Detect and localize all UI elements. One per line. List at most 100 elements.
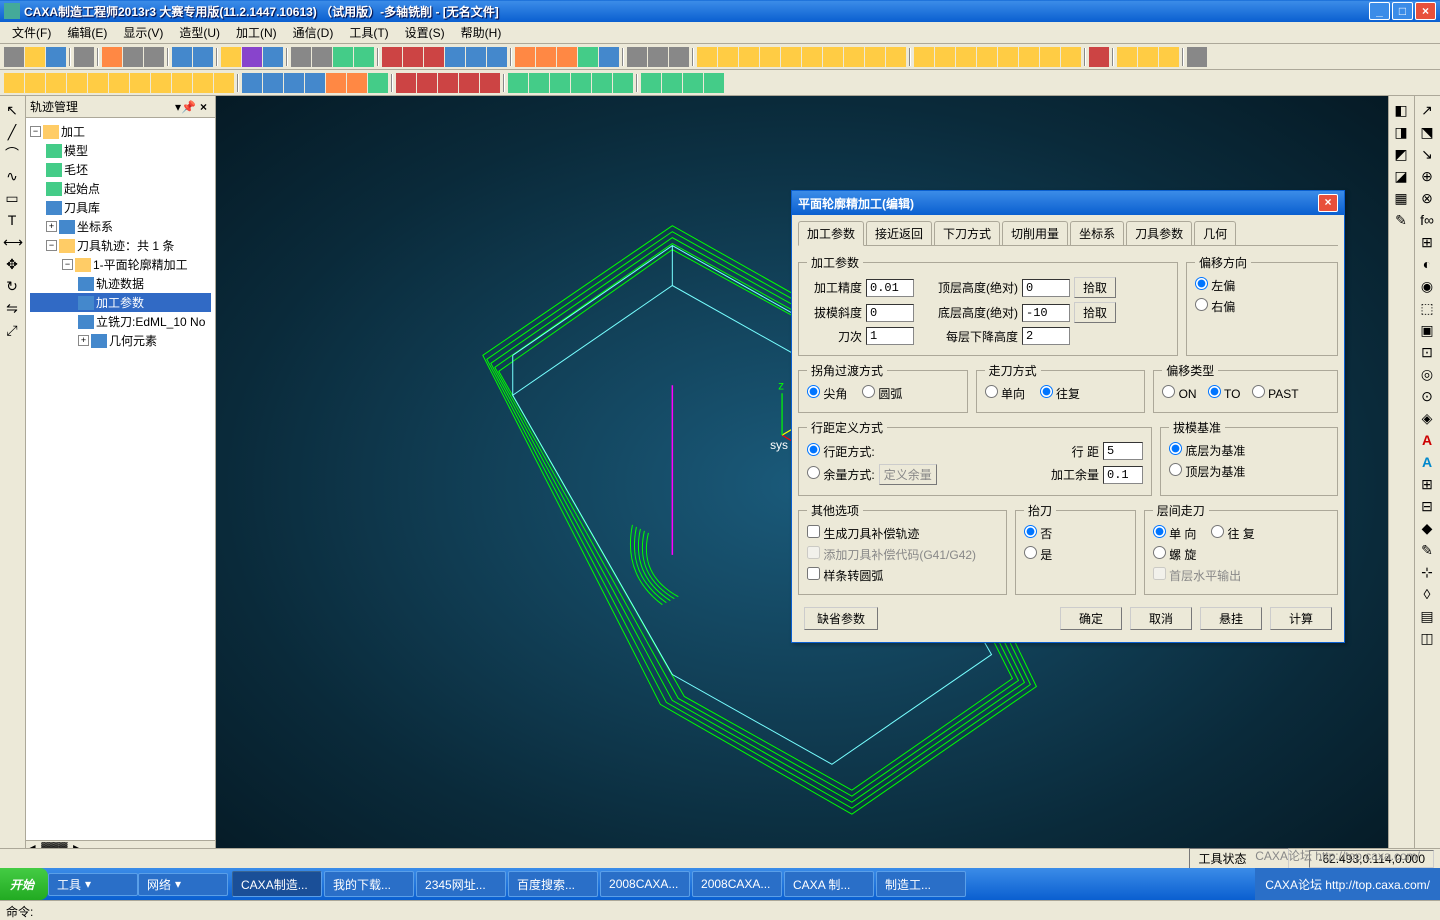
view3-icon[interactable] [557, 47, 577, 67]
tool4-icon[interactable] [312, 47, 332, 67]
rb15-icon[interactable]: ◈ [1417, 408, 1437, 428]
c3-icon[interactable] [284, 73, 304, 93]
tool-icon[interactable] [242, 47, 262, 67]
radio-on[interactable]: ON [1162, 385, 1196, 401]
s8-icon[interactable] [151, 73, 171, 93]
op10-icon[interactable] [886, 47, 906, 67]
stop-icon[interactable] [1089, 47, 1109, 67]
menu-settings[interactable]: 设置(S) [397, 22, 453, 43]
dtab-params[interactable]: 加工参数 [798, 221, 864, 246]
g3-icon[interactable] [683, 73, 703, 93]
radio-to[interactable]: TO [1208, 385, 1241, 401]
op9-icon[interactable] [865, 47, 885, 67]
e1-icon[interactable] [1117, 47, 1137, 67]
menu-view[interactable]: 显示(V) [115, 22, 171, 43]
tree-model[interactable]: 模型 [30, 141, 211, 160]
zoom5-icon[interactable] [466, 47, 486, 67]
tree-trackdata[interactable]: 轨迹数据 [30, 274, 211, 293]
s9-icon[interactable] [172, 73, 192, 93]
text-icon[interactable]: T [2, 210, 22, 230]
rb4-icon[interactable]: ⊕ [1417, 166, 1437, 186]
cb-gencomp[interactable]: 生成刀具补偿轨迹 [807, 525, 919, 542]
rb2-icon[interactable]: ⬔ [1417, 122, 1437, 142]
rb10-icon[interactable]: ⬚ [1417, 298, 1437, 318]
p6-icon[interactable] [613, 73, 633, 93]
task-2[interactable]: 我的下载... [324, 871, 414, 897]
tree-root[interactable]: −加工 [30, 122, 211, 141]
menu-tools[interactable]: 工具(T) [341, 22, 396, 43]
t4-icon[interactable] [459, 73, 479, 93]
minimize-button[interactable]: _ [1369, 2, 1390, 20]
rb8-icon[interactable]: ◐ [1417, 254, 1437, 274]
zoom4-icon[interactable] [445, 47, 465, 67]
rb5-icon[interactable]: ⊗ [1417, 188, 1437, 208]
zoom-icon[interactable] [382, 47, 402, 67]
c2-icon[interactable] [263, 73, 283, 93]
m5-icon[interactable] [998, 47, 1018, 67]
rb21-icon[interactable]: ✎ [1417, 540, 1437, 560]
dialog-titlebar[interactable]: 平面轮廓精加工(编辑) × [792, 191, 1344, 215]
start-button[interactable]: 开始 [0, 868, 48, 900]
rb7-icon[interactable]: ⊞ [1417, 232, 1437, 252]
dtab-tool[interactable]: 刀具参数 [1126, 221, 1192, 245]
p2-icon[interactable] [529, 73, 549, 93]
dim-icon[interactable]: ⟷ [2, 232, 22, 252]
cb-spline[interactable]: 样条转圆弧 [807, 567, 883, 584]
m1-icon[interactable] [914, 47, 934, 67]
btn-pick2[interactable]: 拾取 [1074, 302, 1116, 323]
m6-icon[interactable] [1019, 47, 1039, 67]
m8-icon[interactable] [1061, 47, 1081, 67]
rb14-icon[interactable]: ⊙ [1417, 386, 1437, 406]
dtab-approach[interactable]: 接近返回 [866, 221, 932, 245]
op5-icon[interactable] [781, 47, 801, 67]
m4-icon[interactable] [977, 47, 997, 67]
radio-arc[interactable]: 圆弧 [862, 385, 902, 402]
dialog-close-button[interactable]: × [1318, 194, 1338, 212]
task-3[interactable]: 2345网址... [416, 871, 506, 897]
op2-icon[interactable] [718, 47, 738, 67]
radio-botbase[interactable]: 底层为基准 [1169, 442, 1245, 459]
s4-icon[interactable] [67, 73, 87, 93]
radio-left[interactable]: 左偏 [1195, 277, 1235, 294]
s3-icon[interactable] [46, 73, 66, 93]
tool6-icon[interactable] [354, 47, 374, 67]
arc-icon[interactable]: ⌒ [2, 144, 22, 164]
r5-icon[interactable]: ▦ [1391, 188, 1411, 208]
task-5[interactable]: 2008CAXA... [600, 871, 690, 897]
rect-icon[interactable]: ▭ [2, 188, 22, 208]
rb12-icon[interactable]: ⊡ [1417, 342, 1437, 362]
radio-spiral[interactable]: 螺 旋 [1153, 546, 1197, 563]
s6-icon[interactable] [109, 73, 129, 93]
p1-icon[interactable] [508, 73, 528, 93]
btn-pick1[interactable]: 拾取 [1074, 277, 1116, 298]
tree-endmill[interactable]: 立铣刀:EdML_10 No [30, 312, 211, 331]
r2-icon[interactable]: ◨ [1391, 122, 1411, 142]
c4-icon[interactable] [305, 73, 325, 93]
input-draft[interactable] [866, 304, 914, 322]
g2-icon[interactable] [662, 73, 682, 93]
radio-no[interactable]: 否 [1024, 525, 1052, 542]
scale-icon[interactable]: ⤢ [2, 320, 22, 340]
input-precision[interactable] [866, 279, 914, 297]
radio-yes[interactable]: 是 [1024, 546, 1052, 563]
select-icon[interactable]: ↖ [2, 100, 22, 120]
s2-icon[interactable] [25, 73, 45, 93]
op3-icon[interactable] [739, 47, 759, 67]
system-tray[interactable]: CAXA论坛 http://top.caxa.com/ [1255, 868, 1440, 900]
radio-past[interactable]: PAST [1252, 385, 1299, 401]
cut-icon[interactable] [102, 47, 122, 67]
tool5-icon[interactable] [333, 47, 353, 67]
rb11-icon[interactable]: ▣ [1417, 320, 1437, 340]
view4-icon[interactable] [578, 47, 598, 67]
c7-icon[interactable] [368, 73, 388, 93]
r6-icon[interactable]: ✎ [1391, 210, 1411, 230]
rb3-icon[interactable]: ↘ [1417, 144, 1437, 164]
paste-icon[interactable] [144, 47, 164, 67]
t3-icon[interactable] [438, 73, 458, 93]
op7-icon[interactable] [823, 47, 843, 67]
view2-icon[interactable] [536, 47, 556, 67]
btn-calc[interactable]: 计算 [1270, 607, 1332, 630]
rb17-icon[interactable]: A [1417, 452, 1437, 472]
tree-close-icon[interactable]: × [196, 100, 211, 114]
m3-icon[interactable] [956, 47, 976, 67]
